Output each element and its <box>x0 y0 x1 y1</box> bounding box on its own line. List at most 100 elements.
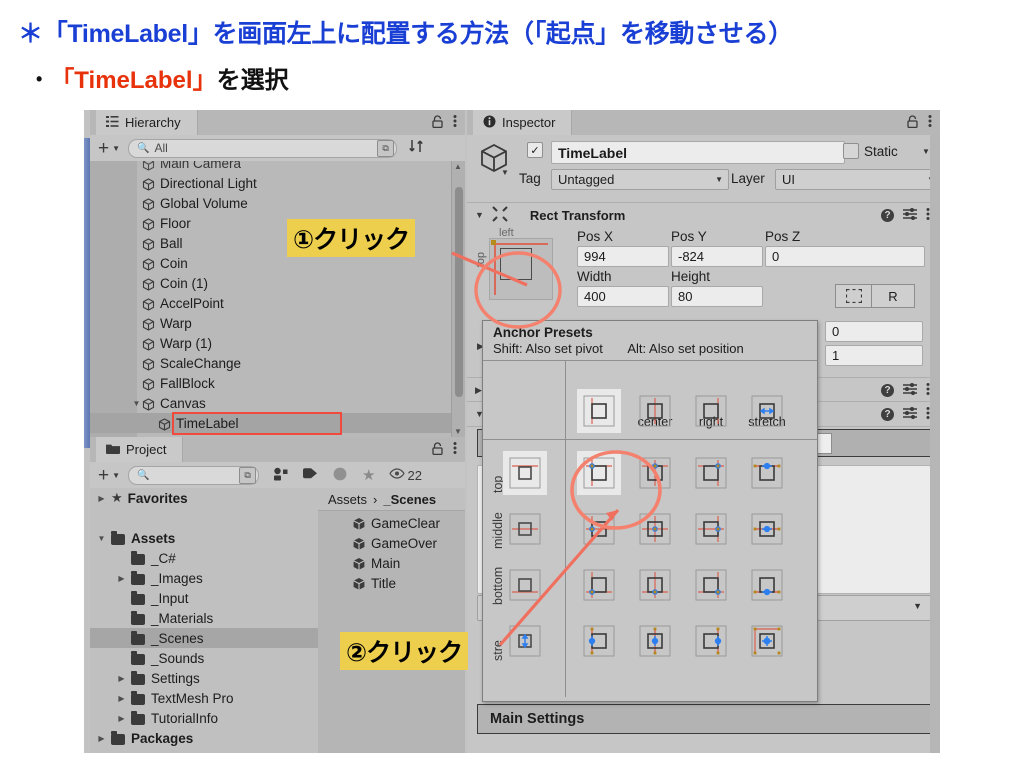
preset-icon[interactable] <box>903 406 917 422</box>
gameobject-name-field[interactable]: TimeLabel <box>551 141 845 164</box>
main-settings-header[interactable]: Main Settings <box>477 704 931 734</box>
project-tree-item-scenes[interactable]: _Scenes <box>90 628 318 648</box>
add-gameobject-button[interactable]: + <box>98 139 109 158</box>
hierarchy-scrollbar[interactable]: ▲ ▼ <box>451 161 465 437</box>
tab-project[interactable]: Project <box>96 437 184 462</box>
project-foldout-icon[interactable]: ▼ <box>96 534 107 543</box>
anchor-presets-grid[interactable]: leftcenterrightstretch topmiddlebottomst… <box>483 360 817 697</box>
project-foldout-icon[interactable]: ▶ <box>116 694 127 703</box>
project-tree-item-textmesh-pro[interactable]: ▶ TextMesh Pro <box>90 688 318 708</box>
anchor-preset-top-right[interactable] <box>689 451 733 495</box>
hierarchy-item-directional-light[interactable]: Directional Light <box>90 173 452 193</box>
gameobject-enabled-checkbox[interactable]: ✓ <box>527 142 543 158</box>
hierarchy-item-coin-1[interactable]: Coin (1) <box>90 273 452 293</box>
static-dropdown-icon[interactable]: ▼ <box>922 147 930 156</box>
component-2-foldout-icon[interactable]: ▶ <box>475 385 482 396</box>
favorite-star-icon[interactable]: ★ <box>362 466 375 484</box>
anchor-presets-popup[interactable]: Anchor Presets Shift: Also set pivot Alt… <box>482 320 818 702</box>
project-foldout-icon[interactable]: ▶ <box>96 494 107 503</box>
pos-x-field[interactable]: 994 <box>577 246 669 267</box>
anchor-preset-stretch-stretch[interactable] <box>745 619 789 663</box>
project-tree-item-materials[interactable]: _Materials <box>90 608 318 628</box>
kebab-menu-icon[interactable] <box>453 114 457 131</box>
static-checkbox[interactable] <box>843 143 859 159</box>
packages-icon[interactable] <box>273 467 288 484</box>
tab-hierarchy[interactable]: Hierarchy <box>96 110 198 135</box>
anchor-preset-bottom-left[interactable] <box>577 563 621 607</box>
project-tree-item-c[interactable]: _C# <box>90 548 318 568</box>
anchor-preview-col-left[interactable] <box>577 389 621 433</box>
hierarchy-item-accelpoint[interactable]: AccelPoint <box>90 293 452 313</box>
anchor-preview-row-top-0[interactable] <box>503 451 547 495</box>
help-icon[interactable]: ? <box>881 383 894 397</box>
project-tree-item-packages[interactable]: ▶ Packages <box>90 728 318 748</box>
anchor-preset-middle-stretch[interactable] <box>745 507 789 551</box>
project-foldout-icon[interactable]: ▶ <box>116 574 127 583</box>
project-tree-item-settings[interactable]: ▶ Settings <box>90 668 318 688</box>
hierarchy-scroll-thumb[interactable] <box>455 187 463 397</box>
height-field[interactable]: 80 <box>671 286 763 307</box>
anchor-preset-top-center[interactable] <box>633 451 677 495</box>
hierarchy-item-global-volume[interactable]: Global Volume <box>90 193 452 213</box>
hierarchy-item-warp-1[interactable]: Warp (1) <box>90 333 452 353</box>
add-gameobject-caret-icon[interactable]: ▼ <box>112 144 120 153</box>
project-foldout-icon[interactable]: ▶ <box>116 714 127 723</box>
rot-z-field[interactable]: 0 <box>825 321 923 342</box>
scroll-up-arrow-icon[interactable]: ▲ <box>454 162 462 171</box>
rect-transform-header[interactable]: ▼ Rect Transform ? <box>467 202 940 228</box>
hierarchy-search-input[interactable]: 🔍 All ⧉ <box>128 138 398 158</box>
help-icon[interactable]: ? <box>881 208 894 222</box>
project-tree-item-assets[interactable]: ▼ Assets <box>90 528 318 548</box>
project-tree-item-input[interactable]: _Input <box>90 588 318 608</box>
tag-dropdown[interactable]: Untagged ▼ <box>551 169 729 190</box>
component-caret-icon[interactable]: ▼ <box>501 168 509 177</box>
kebab-menu-icon[interactable] <box>928 114 932 131</box>
width-field[interactable]: 400 <box>577 286 669 307</box>
hierarchy-item-timelabel[interactable]: TimeLabel <box>90 413 452 433</box>
pos-z-field[interactable]: 0 <box>765 246 925 267</box>
asset-item-gameclear[interactable]: GameClear <box>318 513 465 533</box>
asset-item-main[interactable]: Main <box>318 553 465 573</box>
layer-dropdown[interactable]: UI ▼ <box>775 169 940 190</box>
project-foldout-icon[interactable]: ▶ <box>96 734 107 743</box>
anchor-preset-middle-right[interactable] <box>689 507 733 551</box>
help-icon[interactable]: ? <box>881 407 894 421</box>
anchor-preview-row-stretch-3[interactable] <box>503 619 547 663</box>
breadcrumb-assets[interactable]: Assets <box>328 492 367 507</box>
label-icon[interactable] <box>303 467 318 483</box>
lock-icon[interactable] <box>907 114 918 131</box>
rect-transform-foldout-icon[interactable]: ▼ <box>475 210 484 220</box>
anchor-preset-stretch-left[interactable] <box>577 619 621 663</box>
anchor-preview-col-right[interactable] <box>689 389 733 433</box>
anchor-preview-col-stretch[interactable] <box>745 389 789 433</box>
anchor-preview-row-middle-1[interactable] <box>503 507 547 551</box>
anchor-preset-middle-center[interactable] <box>633 507 677 551</box>
breadcrumb[interactable]: Assets › _Scenes <box>318 488 465 511</box>
tab-inspector[interactable]: Inspector <box>473 110 573 135</box>
hierarchy-item-scalechange[interactable]: ScaleChange <box>90 353 452 373</box>
hierarchy-foldout-icon[interactable]: ▼ <box>131 399 142 408</box>
raw-edit-mode-button[interactable]: R <box>871 284 915 308</box>
kebab-menu-icon[interactable] <box>453 441 457 458</box>
anchor-preset-middle-left[interactable] <box>577 507 621 551</box>
anchor-preset-stretch-center[interactable] <box>633 619 677 663</box>
scroll-down-arrow-icon[interactable]: ▼ <box>454 427 462 436</box>
project-search-input[interactable]: 🔍 ⧉ <box>128 465 260 485</box>
inspector-scrollbar[interactable] <box>930 135 940 753</box>
project-tree-item-favorites[interactable]: ▶ ★ Favorites <box>90 488 318 508</box>
breadcrumb-scenes[interactable]: _Scenes <box>383 492 436 507</box>
anchor-preview-col-center[interactable] <box>633 389 677 433</box>
anchor-preset-top-stretch[interactable] <box>745 451 789 495</box>
anchor-preset-bottom-center[interactable] <box>633 563 677 607</box>
pos-y-field[interactable]: -824 <box>671 246 763 267</box>
scale-z-field[interactable]: 1 <box>825 345 923 366</box>
hierarchy-item-warp[interactable]: Warp <box>90 313 452 333</box>
create-asset-button[interactable]: + <box>98 466 109 485</box>
hierarchy-item-fallblock[interactable]: FallBlock <box>90 373 452 393</box>
anchor-preview-widget[interactable] <box>489 238 553 300</box>
asset-rows[interactable]: GameClear GameOver Main Title <box>318 511 465 593</box>
anchor-preview-row-bottom-2[interactable] <box>503 563 547 607</box>
anchor-preset-bottom-stretch[interactable] <box>745 563 789 607</box>
picker-icon[interactable]: ⧉ <box>239 466 257 484</box>
sort-icon[interactable] <box>409 139 426 157</box>
